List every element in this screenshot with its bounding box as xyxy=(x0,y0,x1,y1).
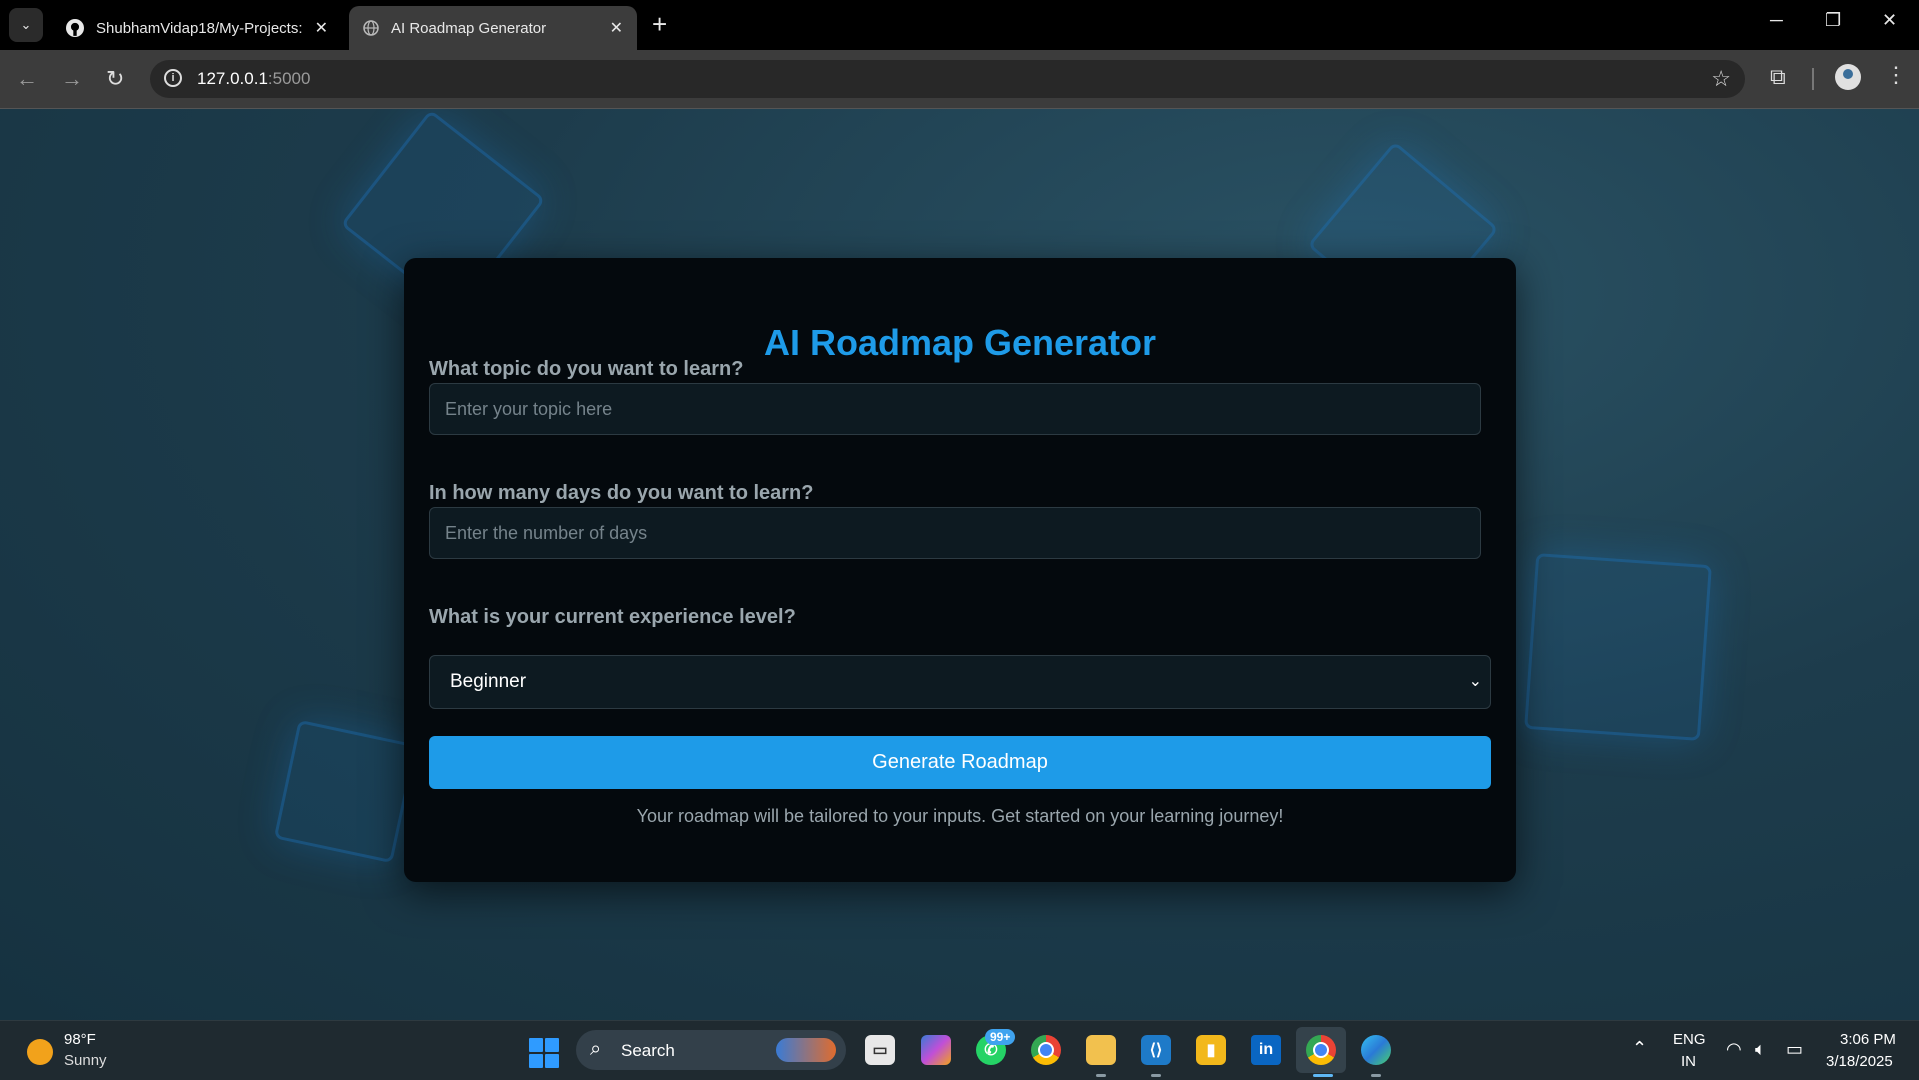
running-indicator xyxy=(1151,1074,1161,1077)
more-menu-icon[interactable]: ⋮ xyxy=(1885,62,1907,88)
linkedin-icon[interactable]: in xyxy=(1251,1035,1281,1065)
tab-github[interactable]: ShubhamVidap18/My-Projects: ✕ xyxy=(52,6,342,50)
chevron-up-icon[interactable]: ⌃ xyxy=(1632,1038,1647,1059)
minimize-icon[interactable]: ─ xyxy=(1770,10,1783,31)
decorative-square xyxy=(1524,553,1712,741)
url-host: 127.0.0.1 xyxy=(197,69,268,88)
clock-time: 3:06 PM xyxy=(1840,1031,1896,1048)
running-indicator xyxy=(1096,1074,1106,1077)
taskbar-search[interactable]: ⌕ Search xyxy=(576,1030,846,1070)
experience-label: What is your current experience level? xyxy=(429,606,796,628)
back-arrow-icon[interactable]: ← xyxy=(16,67,38,91)
selected-level: Beginner xyxy=(450,671,527,692)
copilot-icon[interactable] xyxy=(921,1035,951,1065)
profile-avatar[interactable] xyxy=(1835,64,1861,90)
task-view-icon[interactable]: ▭ xyxy=(865,1035,895,1065)
sun-icon xyxy=(27,1039,53,1065)
days-input[interactable] xyxy=(429,507,1481,559)
experience-level-select[interactable]: Beginner ⌄ xyxy=(429,655,1491,709)
chrome-icon[interactable] xyxy=(1031,1035,1061,1065)
running-indicator xyxy=(1371,1074,1381,1077)
days-label: In how many days do you want to learn? xyxy=(429,482,814,504)
lang-code: ENG xyxy=(1673,1031,1706,1048)
restore-icon[interactable]: ❐ xyxy=(1825,10,1841,31)
extensions-icon[interactable]: ⧉ xyxy=(1770,64,1786,90)
tab-search-button[interactable]: ⌄ xyxy=(9,8,43,42)
chrome-profile-icon[interactable] xyxy=(1306,1035,1336,1065)
topic-label: What topic do you want to learn? xyxy=(429,358,744,380)
wifi-icon[interactable]: ◠ xyxy=(1726,1039,1742,1060)
power-bi-icon[interactable]: ▮ xyxy=(1196,1035,1226,1065)
notification-badge: 99+ xyxy=(985,1029,1016,1045)
taskbar: 98°F Sunny ⌕ Search ▭ ✆ 99+ ⟨⟩ ▮ in ⌃ EN… xyxy=(0,1020,1919,1080)
tab-active[interactable]: AI Roadmap Generator ✕ xyxy=(349,6,637,50)
tab-title: ShubhamVidap18/My-Projects: xyxy=(96,19,303,37)
site-info-icon[interactable]: i xyxy=(164,69,182,87)
search-icon: ⌕ xyxy=(590,1038,602,1060)
edge-icon[interactable] xyxy=(1361,1035,1391,1065)
browser-toolbar: ← → ↻ i 127.0.0.1:5000 ☆ ⧉ ⋮ xyxy=(0,50,1919,109)
tab-title: AI Roadmap Generator xyxy=(391,19,547,37)
generate-roadmap-button[interactable]: Generate Roadmap xyxy=(429,736,1491,789)
window-close-icon[interactable]: ✕ xyxy=(1882,10,1897,31)
search-label: Search xyxy=(621,1041,675,1060)
address-bar[interactable]: i 127.0.0.1:5000 ☆ xyxy=(150,60,1745,98)
new-tab-button[interactable]: + xyxy=(652,10,667,38)
toolbar-divider xyxy=(1812,68,1814,90)
clock-date: 3/18/2025 xyxy=(1826,1053,1893,1070)
battery-icon[interactable]: ▭ xyxy=(1786,1039,1803,1060)
active-indicator xyxy=(1313,1074,1333,1077)
file-explorer-icon[interactable] xyxy=(1086,1035,1116,1065)
lang-region: IN xyxy=(1681,1053,1696,1070)
github-icon xyxy=(66,19,84,37)
page-background: AI Roadmap Generator What topic do you w… xyxy=(0,109,1919,1020)
bookmark-star-icon[interactable]: ☆ xyxy=(1711,66,1731,92)
volume-icon[interactable]: 🔈︎ xyxy=(1755,1039,1766,1060)
tab-strip: ⌄ ShubhamVidap18/My-Projects: ✕ AI Roadm… xyxy=(0,0,1919,50)
vscode-icon[interactable]: ⟨⟩ xyxy=(1141,1035,1171,1065)
windows-start-icon[interactable] xyxy=(529,1038,559,1068)
reload-icon[interactable]: ↻ xyxy=(106,67,124,91)
url-text[interactable]: 127.0.0.1:5000 xyxy=(197,69,310,89)
footer-note: Your roadmap will be tailored to your in… xyxy=(636,806,1284,826)
chevron-down-icon: ⌄ xyxy=(20,17,32,32)
close-icon[interactable]: ✕ xyxy=(610,18,623,38)
search-highlight-image xyxy=(776,1038,836,1062)
topic-input[interactable] xyxy=(429,383,1481,435)
url-port: :5000 xyxy=(267,69,311,88)
close-icon[interactable]: ✕ xyxy=(315,18,328,38)
weather-condition: Sunny xyxy=(64,1052,107,1069)
weather-temp: 98°F xyxy=(64,1031,96,1048)
roadmap-form-card: AI Roadmap Generator What topic do you w… xyxy=(404,258,1516,882)
chevron-down-icon: ⌄ xyxy=(1468,673,1482,690)
forward-arrow-icon[interactable]: → xyxy=(61,67,83,91)
globe-icon xyxy=(363,20,379,36)
decorative-square xyxy=(273,719,418,864)
